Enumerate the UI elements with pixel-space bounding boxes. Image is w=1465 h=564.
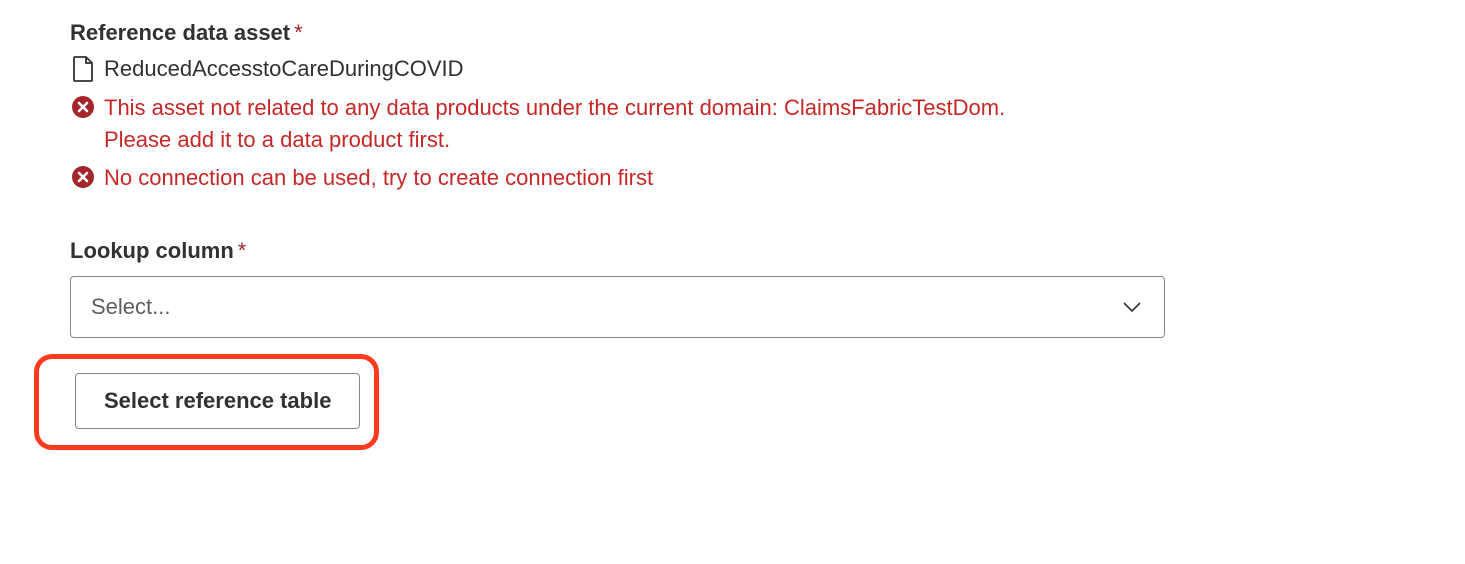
action-row: Select reference table bbox=[34, 354, 1395, 450]
lookup-column-select[interactable]: Select... bbox=[70, 276, 1165, 338]
required-indicator: * bbox=[294, 20, 303, 46]
error-text: This asset not related to any data produ… bbox=[104, 92, 1064, 156]
lookup-column-section: Lookup column * Select... bbox=[70, 238, 1395, 338]
reference-asset-row: ReducedAccesstoCareDuringCOVID bbox=[72, 56, 1395, 82]
file-icon bbox=[72, 56, 94, 82]
lookup-column-label: Lookup column * bbox=[70, 238, 1395, 264]
reference-asset-name: ReducedAccesstoCareDuringCOVID bbox=[104, 56, 464, 82]
lookup-column-placeholder: Select... bbox=[91, 294, 170, 320]
reference-data-asset-label: Reference data asset * bbox=[70, 20, 1395, 46]
error-text: No connection can be used, try to create… bbox=[104, 162, 653, 194]
highlight-annotation: Select reference table bbox=[34, 354, 379, 450]
required-indicator: * bbox=[238, 238, 247, 264]
error-icon bbox=[72, 96, 94, 118]
reference-data-asset-label-text: Reference data asset bbox=[70, 20, 290, 46]
lookup-column-label-text: Lookup column bbox=[70, 238, 234, 264]
select-reference-table-button[interactable]: Select reference table bbox=[75, 373, 360, 429]
error-icon bbox=[72, 166, 94, 188]
error-row: This asset not related to any data produ… bbox=[72, 92, 1395, 156]
lookup-column-select-wrapper: Select... bbox=[70, 276, 1395, 338]
chevron-down-icon bbox=[1120, 295, 1144, 319]
error-row: No connection can be used, try to create… bbox=[72, 162, 1395, 194]
